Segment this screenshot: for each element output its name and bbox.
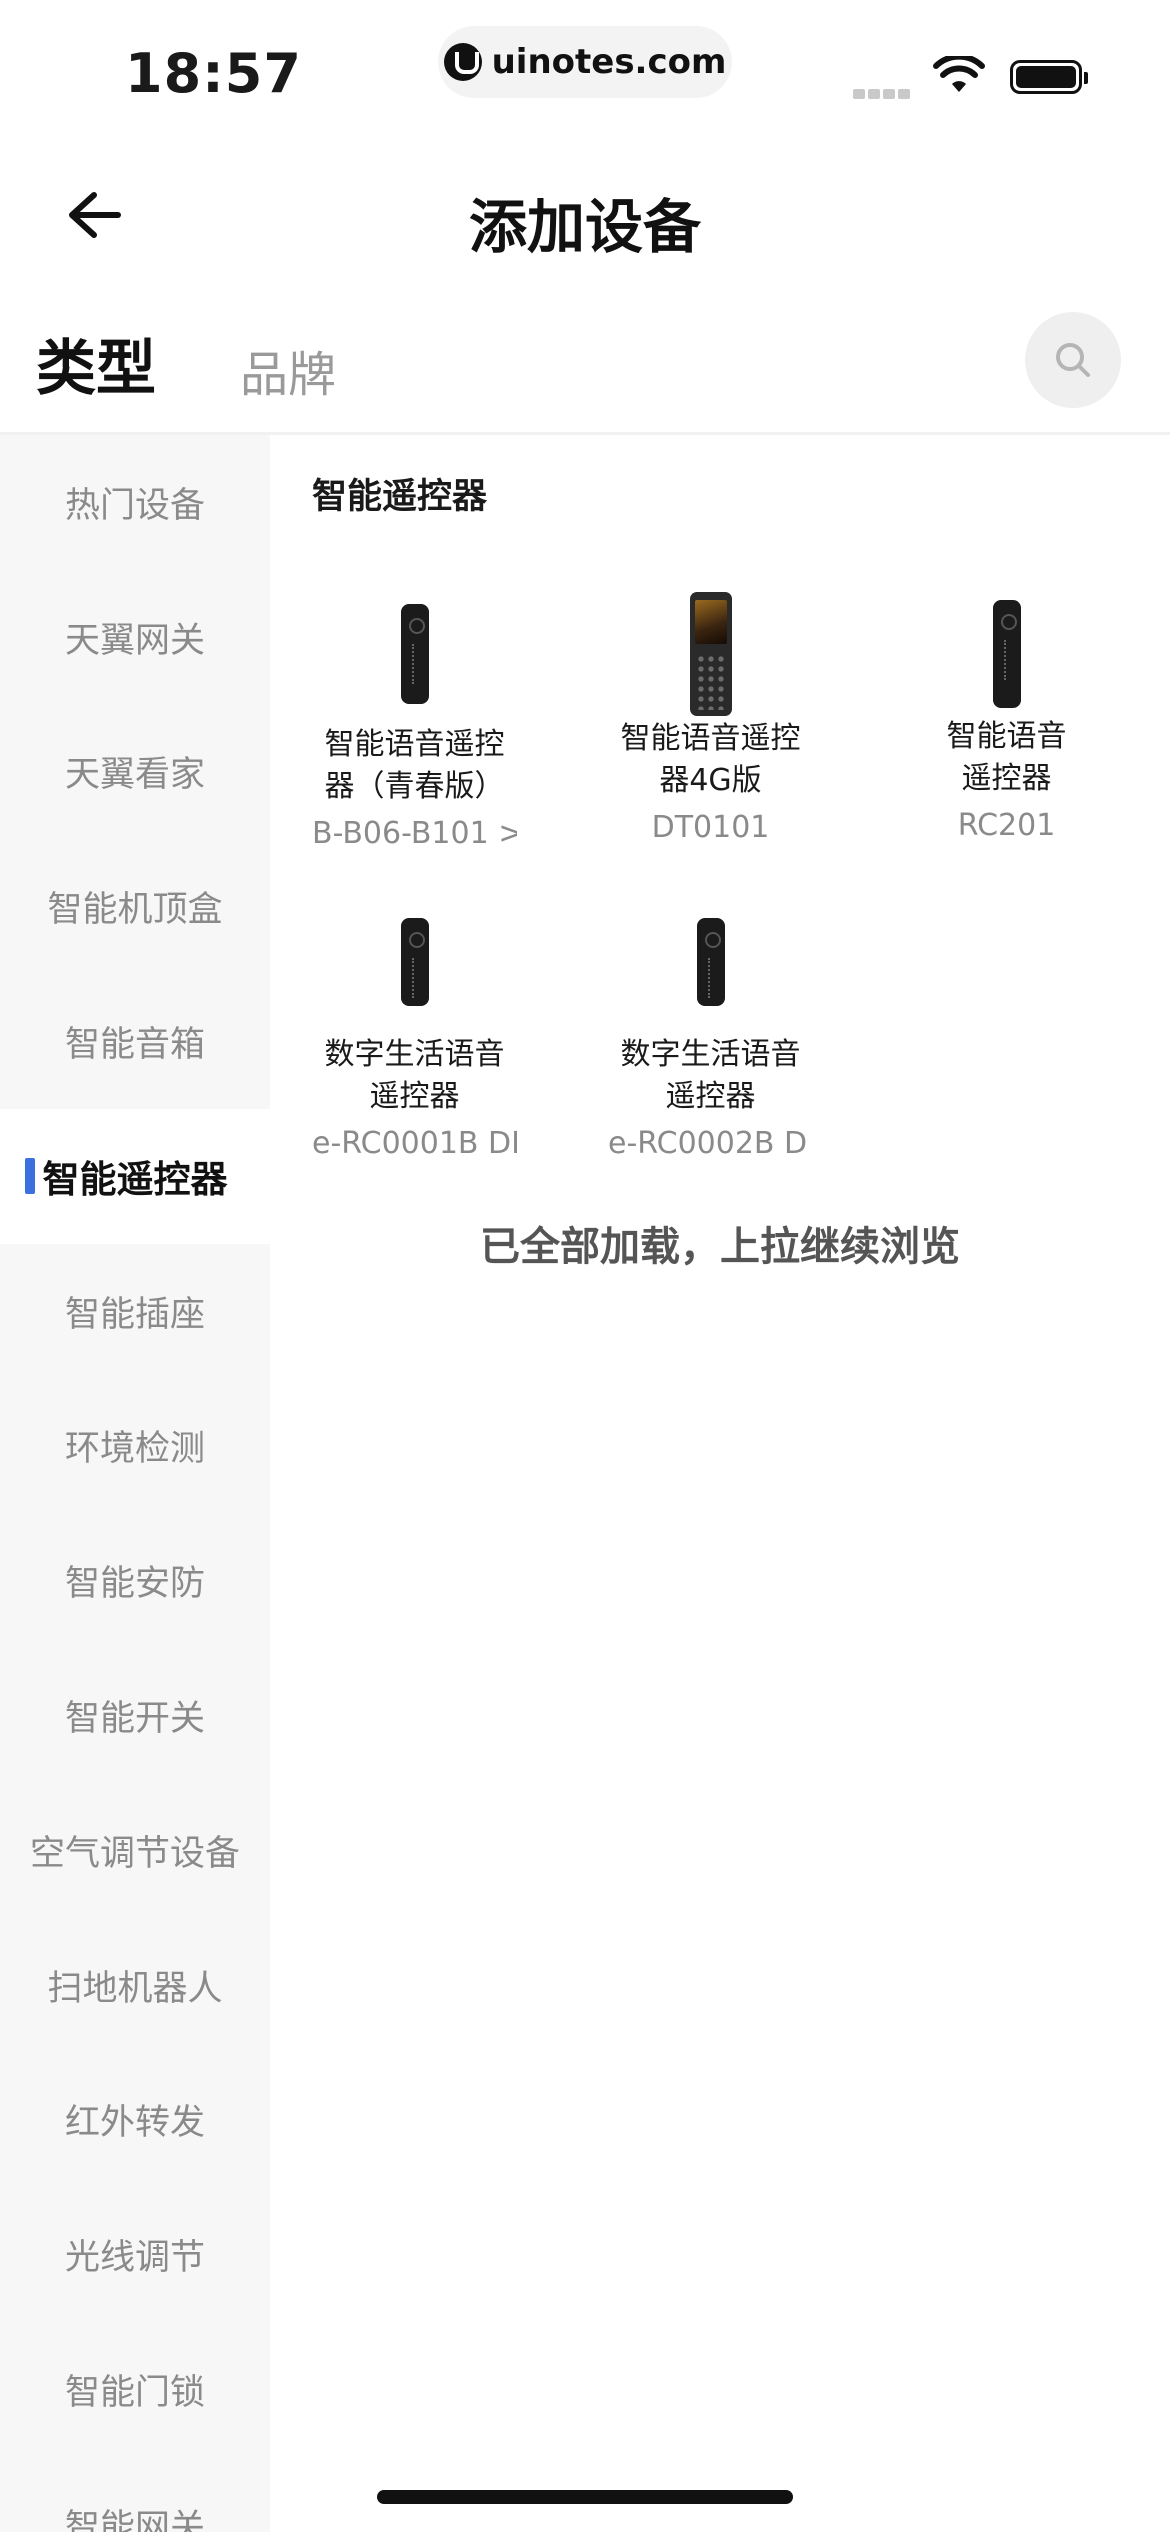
- battery-icon: [1010, 60, 1088, 94]
- home-indicator[interactable]: [377, 2490, 793, 2504]
- remote-image: [904, 598, 1109, 708]
- sidebar-item-label: 智能机顶盒: [47, 890, 223, 931]
- sidebar-item-label: 智能开关: [64, 1699, 205, 1740]
- sidebar-item-ir-forward[interactable]: 红外转发: [0, 2053, 270, 2188]
- sidebar-item-set-top-box[interactable]: 智能机顶盒: [0, 839, 270, 974]
- product-name: 数字生活语音遥控器: [620, 1037, 801, 1114]
- sidebar-item-switch[interactable]: 智能开关: [0, 1648, 270, 1783]
- product-card[interactable]: 数字生活语音遥控器 e-RC0001B DI: [312, 918, 517, 1161]
- sidebar-item-hot[interactable]: 热门设备: [0, 435, 270, 570]
- sidebar-item-label: 扫地机器人: [47, 1968, 223, 2009]
- sidebar-item-label: 热门设备: [64, 485, 205, 526]
- sidebar-item-label: 智能音箱: [64, 1025, 205, 1066]
- sidebar-item-environment[interactable]: 环境检测: [0, 1379, 270, 1514]
- sidebar-item-robot-vacuum[interactable]: 扫地机器人: [0, 1918, 270, 2053]
- sidebar-item-security[interactable]: 智能安防: [0, 1513, 270, 1648]
- product-card[interactable]: 数字生活语音遥控器 e-RC0002B D: [608, 918, 813, 1161]
- product-model: e-RC0002B D: [608, 1126, 808, 1161]
- section-title: 智能遥控器: [312, 477, 488, 517]
- status-bar: 18:57 uinotes.com: [0, 0, 1170, 130]
- site-logo-icon: [443, 43, 482, 81]
- product-model: RC201: [957, 808, 1056, 843]
- sidebar-item-label: 环境检测: [64, 1429, 205, 1470]
- sidebar-item-label: 天翼网关: [64, 620, 205, 661]
- search-icon: [1056, 343, 1090, 377]
- product-card[interactable]: 智能语音遥控器 RC201: [904, 598, 1109, 843]
- product-name: 智能语音遥控器4G版: [620, 721, 801, 798]
- product-card[interactable]: 智能语音遥控器（青春版） B-B06-B101 >: [312, 598, 517, 851]
- tab-type[interactable]: 类型: [36, 320, 156, 407]
- remote-image: [312, 918, 517, 1008]
- product-model: B-B06-B101 >: [312, 816, 517, 851]
- phone-remote-image: [608, 592, 813, 718]
- category-sidebar[interactable]: 热门设备 天翼网关 天翼看家 智能机顶盒 智能音箱 智能遥控器 智能插座 环境检…: [0, 435, 270, 2532]
- product-card[interactable]: 智能语音遥控器4G版 DT0101: [608, 592, 813, 845]
- sidebar-item-socket[interactable]: 智能插座: [0, 1244, 270, 1379]
- sidebar-item-lock[interactable]: 智能门锁: [0, 2322, 270, 2457]
- cellular-signal-icon: [853, 84, 913, 103]
- url-pill[interactable]: uinotes.com: [438, 26, 732, 98]
- all-loaded-tip: 已全部加载，上拉继续浏览: [480, 1224, 960, 1270]
- sidebar-item-label: 红外转发: [64, 2103, 205, 2144]
- sidebar-item-speaker[interactable]: 智能音箱: [0, 974, 270, 1109]
- page-title: 添加设备: [468, 193, 701, 261]
- sidebar-item-label: 智能安防: [64, 1564, 205, 1605]
- sidebar-item-gateway[interactable]: 天翼网关: [0, 570, 270, 705]
- tab-brand[interactable]: 品牌: [240, 335, 336, 405]
- sidebar-item-remote[interactable]: 智能遥控器: [0, 1108, 270, 1244]
- sidebar-item-label: 智能网关: [64, 2507, 205, 2532]
- sidebar-item-air[interactable]: 空气调节设备: [0, 1783, 270, 1918]
- remote-image: [608, 918, 813, 1008]
- sidebar-item-label: 天翼看家: [64, 755, 205, 796]
- wifi-icon: [933, 56, 985, 92]
- product-name: 智能语音遥控器: [946, 719, 1067, 796]
- product-model: e-RC0001B DI: [312, 1126, 517, 1161]
- sidebar-item-home-watch[interactable]: 天翼看家: [0, 705, 270, 840]
- sidebar-item-light[interactable]: 光线调节: [0, 2187, 270, 2322]
- sidebar-item-label: 空气调节设备: [29, 1833, 240, 1874]
- sidebar-item-label: 智能门锁: [64, 2373, 205, 2414]
- sidebar-item-smart-gateway[interactable]: 智能网关: [0, 2457, 270, 2532]
- product-name: 智能语音遥控器（青春版）: [324, 727, 505, 804]
- product-model: DT0101: [651, 810, 770, 845]
- url-text: uinotes.com: [491, 42, 727, 82]
- remote-image: [312, 598, 517, 710]
- active-indicator: [25, 1158, 35, 1195]
- sidebar-item-label: 智能插座: [64, 1294, 205, 1335]
- product-name: 数字生活语音遥控器: [324, 1037, 505, 1114]
- sidebar-item-label: 智能遥控器: [42, 1158, 228, 1202]
- status-time: 18:57: [125, 42, 302, 105]
- search-button[interactable]: [1025, 312, 1121, 408]
- sidebar-item-label: 光线调节: [64, 2238, 205, 2279]
